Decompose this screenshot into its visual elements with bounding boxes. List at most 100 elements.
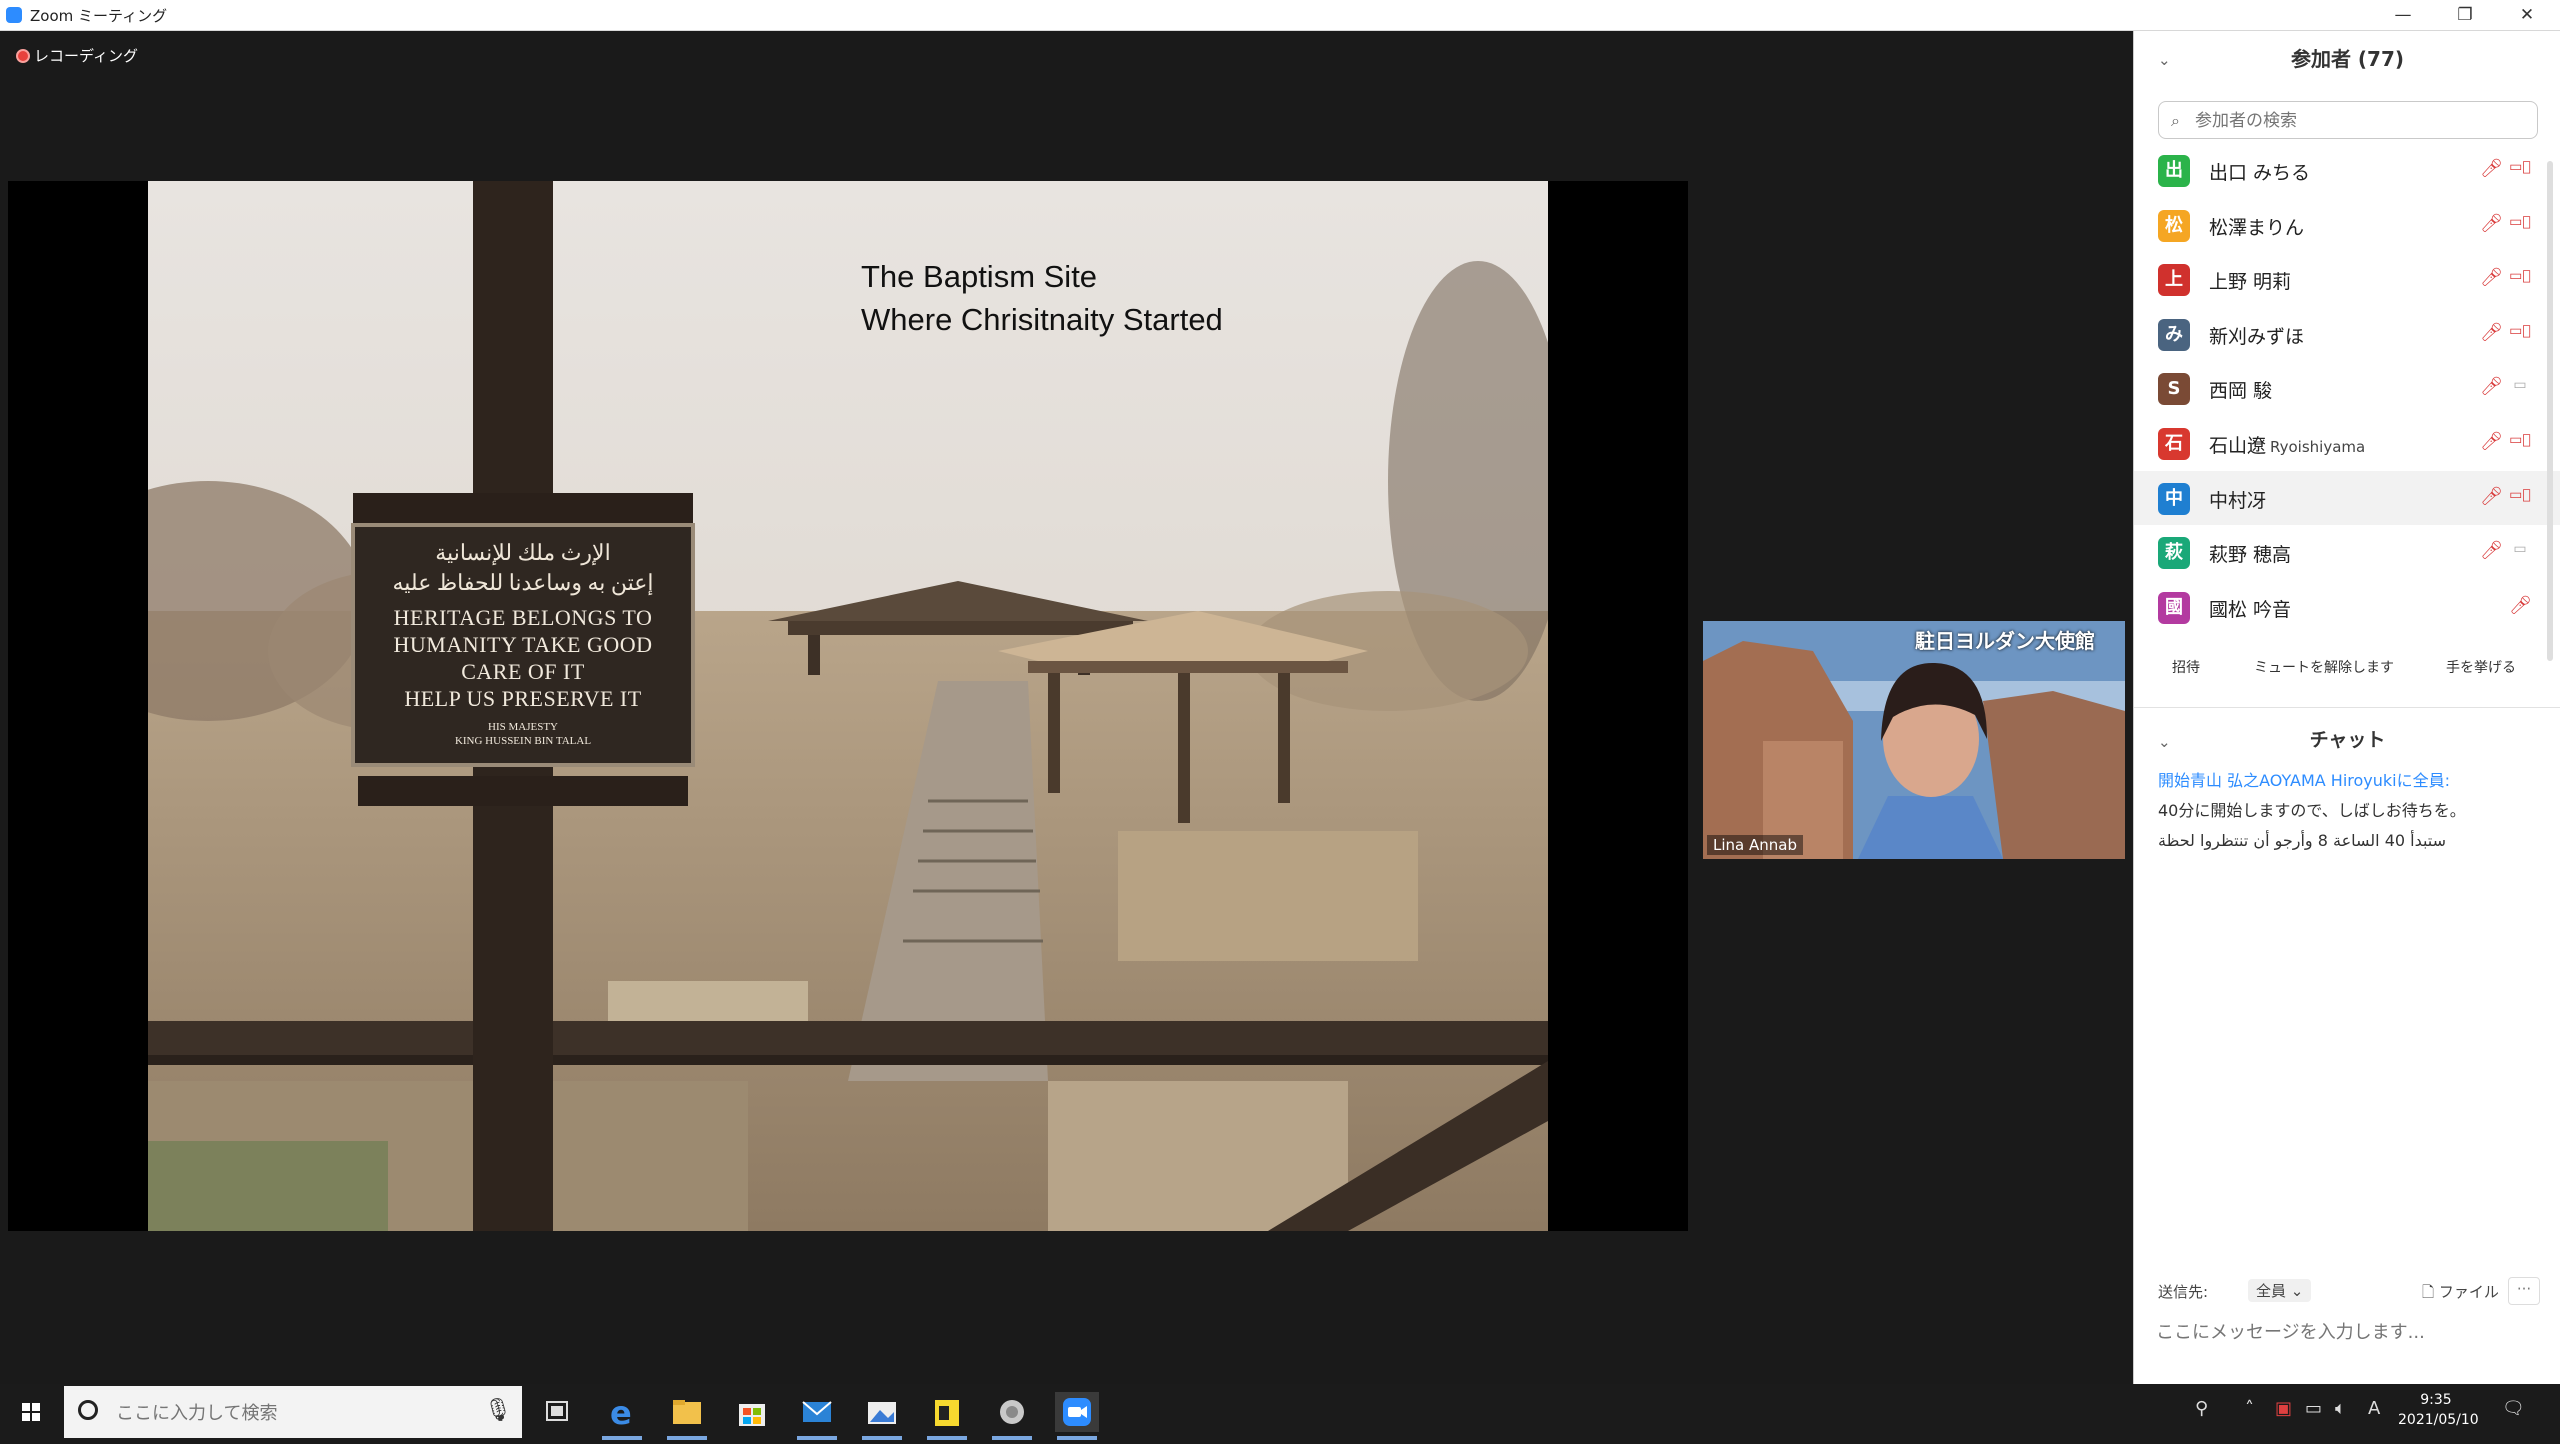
video-off-icon[interactable]: ▭⃠	[2509, 431, 2531, 449]
panel-divider	[2134, 707, 2560, 708]
mic-muted-icon[interactable]: 🎤︎	[2480, 322, 2503, 343]
participant-name: 石山遼 Ryoishiyama	[2209, 434, 2366, 457]
participant-row[interactable]: 松 松澤まりん 🎤︎ ▭⃠	[2134, 198, 2560, 253]
participant-avatar: 中	[2158, 482, 2190, 515]
participant-row[interactable]: 出 出口 みちる 🎤︎ ▭⃠	[2134, 143, 2560, 198]
participant-row[interactable]: 石 石山遼 Ryoishiyama 🎤︎ ▭⃠	[2134, 416, 2560, 471]
record-icon	[16, 49, 30, 63]
video-off-icon[interactable]: ▭⃠	[2509, 322, 2531, 340]
video-banner-text: 駐日ヨルダン大使館	[1915, 629, 2095, 653]
file-button[interactable]: 🗋︎ ファイル	[2422, 1281, 2499, 1307]
ime-indicator[interactable]: A	[2368, 1398, 2380, 1419]
cortana-icon	[78, 1400, 98, 1420]
send-to-label: 送信先:	[2158, 1283, 2209, 1301]
taskbar-search-input[interactable]	[114, 1398, 498, 1428]
mic-muted-icon[interactable]: 🎤︎	[2480, 540, 2503, 561]
notification-icon[interactable]: 🗨︎	[2502, 1398, 2525, 1419]
mic-muted-icon[interactable]: 🎤︎	[2480, 376, 2503, 397]
chat-send-options: 送信先: 全員 ⌄ 🗋︎ ファイル ···	[2158, 1277, 2548, 1307]
sticky-notes-icon[interactable]	[925, 1392, 969, 1440]
video-camera-icon[interactable]: ▭	[2509, 540, 2531, 558]
participant-name: 萩野 穂高	[2209, 544, 2292, 567]
restore-icon[interactable]: ❐	[2436, 0, 2494, 30]
mic-muted-icon[interactable]: 🎤︎	[2480, 267, 2503, 288]
security-icon[interactable]: ▣	[2275, 1398, 2292, 1419]
participant-name: 松澤まりん	[2209, 216, 2305, 239]
store-icon[interactable]	[730, 1392, 774, 1432]
window-title: Zoom ミーティング	[30, 7, 168, 25]
video-off-icon[interactable]: ▭⃠	[2509, 486, 2531, 504]
more-options-button[interactable]: ···	[2508, 1277, 2540, 1305]
mic-muted-icon[interactable]: 🎤︎	[2509, 595, 2532, 616]
file-icon: 🗋︎	[2422, 1283, 2435, 1301]
svg-text:e: e	[610, 1394, 632, 1432]
mic-muted-icon[interactable]: 🎤︎	[2480, 158, 2503, 179]
windows-taskbar: 🎙︎ e ⚲ ˄ ▣ ▭ 🔈︎ A 9:35 2021/05/10 🗨︎	[0, 1384, 2560, 1440]
participant-scrollbar[interactable]	[2547, 161, 2553, 661]
participant-row[interactable]: S 西岡 駿 🎤︎ ▭	[2134, 361, 2560, 416]
task-view-icon[interactable]	[535, 1392, 579, 1432]
chat-message-text-arabic: ستبدأ 40 الساعة 8 وأرجو أن تنتظروا لحظة	[2158, 831, 2447, 850]
show-hidden-icons-icon[interactable]: ˄	[2245, 1398, 2254, 1419]
participant-search[interactable]: ⌕	[2158, 101, 2538, 139]
send-to-dropdown[interactable]: 全員 ⌄	[2248, 1279, 2312, 1302]
participant-row[interactable]: み 新刈みずほ 🎤︎ ▭⃠	[2134, 307, 2560, 362]
mail-icon[interactable]	[795, 1392, 839, 1440]
participant-list: 出 出口 みちる 🎤︎ ▭⃠ 松 松澤まりん 🎤︎ ▭⃠ 上 上野 明莉 🎤︎ …	[2134, 143, 2560, 634]
video-camera-icon[interactable]: ▭	[2509, 376, 2531, 394]
participant-name: 國松 吟音	[2209, 598, 2292, 621]
video-off-icon[interactable]: ▭⃠	[2509, 267, 2531, 285]
taskbar-search[interactable]: 🎙︎	[64, 1386, 522, 1438]
start-button[interactable]	[0, 1384, 62, 1440]
participant-actions: 招待 ミュートを解除します 手を挙げる	[2134, 657, 2560, 687]
clock-date: 2021/05/10	[2398, 1412, 2479, 1428]
recording-indicator[interactable]: レコーディング	[16, 45, 138, 66]
file-explorer-icon[interactable]	[665, 1392, 709, 1440]
chat-message-input[interactable]	[2154, 1311, 2548, 1353]
participant-row[interactable]: 國 國松 吟音 🎤︎	[2134, 580, 2560, 635]
photos-icon[interactable]	[860, 1392, 904, 1440]
chevron-down-icon: ⌄	[2290, 1282, 2304, 1300]
participant-name: 中村冴	[2209, 489, 2267, 512]
participant-video-tile[interactable]: 駐日ヨルダン大使館 Lina Annab	[1703, 621, 2125, 859]
participant-row[interactable]: 中 中村冴 🎤︎ ▭⃠	[2134, 470, 2560, 526]
mic-muted-icon[interactable]: 🎤︎	[2480, 486, 2503, 507]
network-icon[interactable]: ▭	[2305, 1398, 2322, 1419]
chat-message-text: 40分に開始しますので、しばしお待ちを。	[2158, 801, 2466, 820]
unmute-all-button[interactable]: ミュートを解除します	[2254, 657, 2394, 677]
people-icon[interactable]: ⚲	[2195, 1398, 2208, 1419]
edge-browser-icon[interactable]: e	[600, 1392, 644, 1440]
volume-icon[interactable]: 🔈︎	[2335, 1398, 2346, 1419]
microphone-icon[interactable]: 🎙︎	[484, 1398, 512, 1423]
sign-arabic-text: الإرث ملك للإنسانية إعتن به وساعدنا للحف…	[392, 540, 654, 595]
side-panel: ⌄ 参加者 (77) ⌕ 出 出口 みちる 🎤︎ ▭⃠ 松 松澤まりん 🎤︎ ▭…	[2133, 31, 2560, 1384]
video-off-icon[interactable]: ▭⃠	[2509, 158, 2531, 176]
raise-hand-button[interactable]: 手を挙げる	[2446, 657, 2516, 677]
zoom-taskbar-icon[interactable]	[1055, 1392, 1099, 1440]
participant-avatar: み	[2158, 318, 2190, 351]
mic-muted-icon[interactable]: 🎤︎	[2480, 431, 2503, 452]
app-icon[interactable]	[990, 1392, 1034, 1440]
mic-muted-icon[interactable]: 🎤︎	[2480, 213, 2503, 234]
minimize-icon[interactable]: —	[2374, 0, 2432, 30]
participant-avatar: 出	[2158, 155, 2190, 187]
window-titlebar: Zoom ミーティング — ❐ ✕	[0, 0, 2560, 31]
shared-screen: The Baptism Site Where Chrisitnaity Star…	[8, 181, 1688, 1231]
system-clock[interactable]: 9:35 2021/05/10	[2398, 1390, 2479, 1430]
chat-title: チャット	[2309, 729, 2386, 751]
participant-row[interactable]: 萩 萩野 穂高 🎤︎ ▭	[2134, 525, 2560, 580]
sign-subtext: HIS MAJESTY KING HUSSEIN BIN TALAL	[454, 721, 592, 747]
participant-avatar: 上	[2158, 264, 2190, 297]
sign-english-text: HERITAGE BELONGS TO HUMANITY TAKE GOOD C…	[393, 605, 653, 711]
clock-time: 9:35	[2420, 1392, 2452, 1408]
invite-button[interactable]: 招待	[2172, 657, 2200, 677]
participant-search-input[interactable]	[2193, 107, 2527, 135]
chat-message: 開始青山 弘之AOYAMA Hiroyukiに全員: 40分に開始しますので、し…	[2158, 766, 2518, 856]
participant-row[interactable]: 上 上野 明莉 🎤︎ ▭⃠	[2134, 252, 2560, 307]
participant-name: 新刈みずほ	[2209, 325, 2305, 348]
close-icon[interactable]: ✕	[2498, 0, 2556, 30]
participant-avatar: S	[2158, 373, 2190, 406]
chat-message-sender[interactable]: 開始青山 弘之AOYAMA Hiroyukiに全員:	[2158, 766, 2518, 796]
participant-avatar: 石	[2158, 427, 2190, 460]
video-off-icon[interactable]: ▭⃠	[2509, 213, 2531, 231]
